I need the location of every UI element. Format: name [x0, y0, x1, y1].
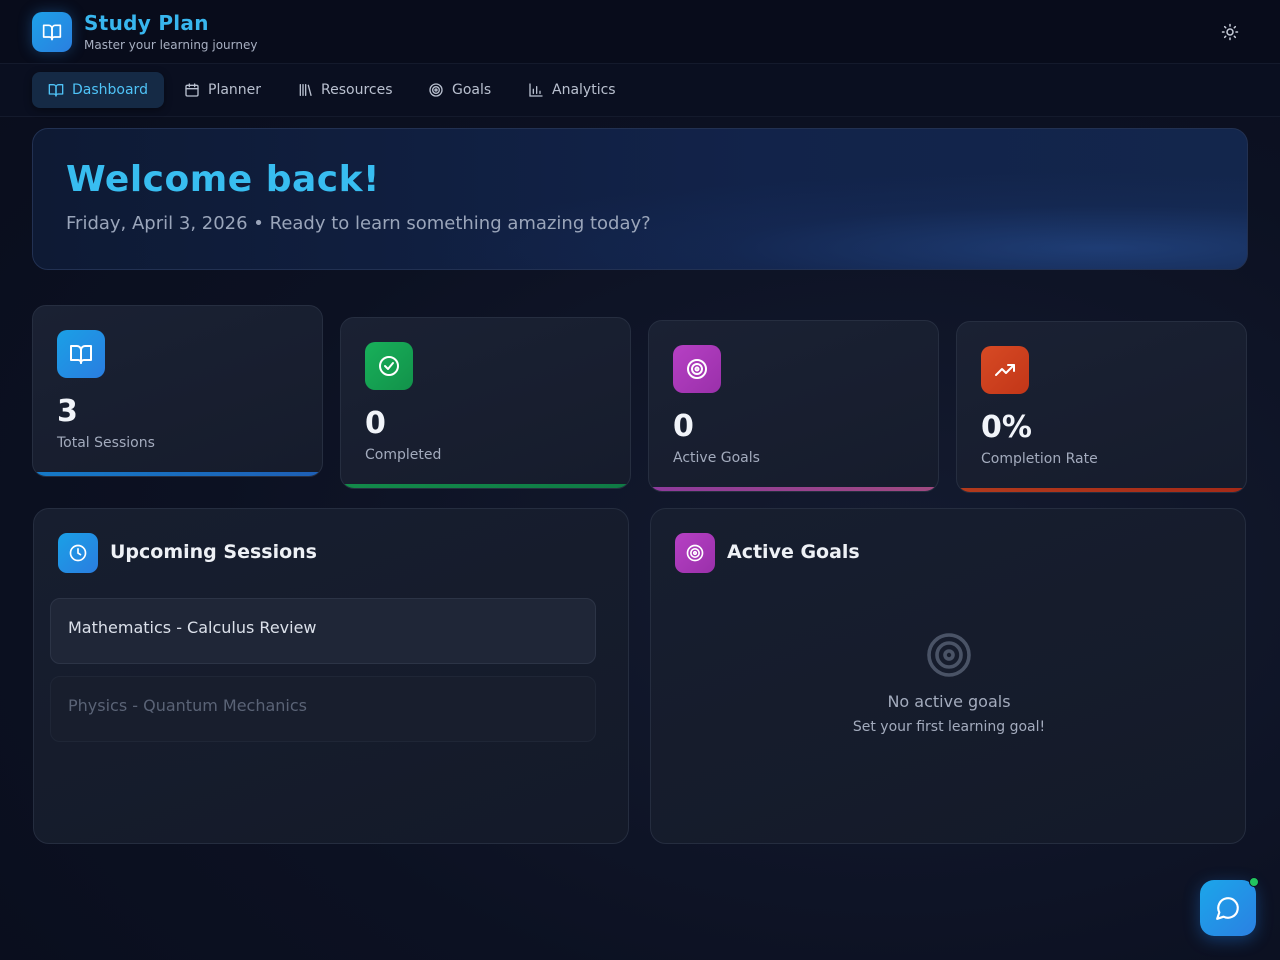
session-name: Mathematics - Calculus Review [68, 618, 317, 637]
chat-bubble-icon [1216, 897, 1239, 920]
tab-label: Planner [208, 82, 262, 98]
welcome-subtitle: Friday, April 3, 2026 • Ready to learn s… [66, 213, 651, 234]
panel-title: Active Goals [727, 541, 860, 563]
target-icon [687, 359, 707, 379]
sun-icon [1221, 23, 1239, 41]
target-icon [429, 83, 443, 97]
app-logo[interactable] [32, 12, 72, 52]
stat-accent-bar [957, 488, 1246, 492]
stat-value: 0% [981, 410, 1032, 445]
stat-value: 0 [673, 409, 694, 444]
app-subtitle: Master your learning journey [84, 38, 258, 52]
tab-label: Analytics [552, 82, 616, 98]
stat-card-completion-rate[interactable]: 0% Completion Rate [956, 321, 1247, 493]
stat-icon-container [981, 346, 1029, 394]
stat-label: Completion Rate [981, 451, 1098, 467]
clock-icon [69, 544, 87, 562]
stat-accent-bar [341, 484, 630, 488]
book-open-icon [42, 24, 62, 41]
stat-icon-container [57, 330, 105, 378]
panel-icon-container [58, 533, 98, 573]
chat-button[interactable] [1200, 880, 1256, 936]
panel-title: Upcoming Sessions [110, 541, 317, 563]
tab-dashboard[interactable]: Dashboard [32, 72, 164, 108]
stat-value: 3 [57, 394, 78, 429]
tab-label: Goals [452, 82, 492, 98]
top-header: Study Plan Master your learning journey [0, 0, 1280, 64]
empty-state-title: No active goals [887, 692, 1011, 711]
upcoming-sessions-panel: Upcoming Sessions Mathematics - Calculus… [33, 508, 629, 844]
session-item[interactable]: Mathematics - Calculus Review [50, 598, 596, 664]
stat-icon-container [365, 342, 413, 390]
session-name: Physics - Quantum Mechanics [68, 696, 307, 715]
target-icon [686, 544, 704, 562]
welcome-title: Welcome back! [66, 159, 380, 200]
trending-up-icon [995, 364, 1015, 376]
stat-label: Completed [365, 447, 442, 463]
empty-state-subtitle: Set your first learning goal! [852, 719, 1046, 735]
tab-resources[interactable]: Resources [281, 72, 409, 108]
stat-label: Total Sessions [57, 435, 155, 451]
stat-accent-bar [649, 487, 938, 491]
stat-card-total-sessions[interactable]: 3 Total Sessions [32, 305, 323, 477]
online-status-dot [1249, 877, 1259, 887]
target-icon [927, 633, 971, 677]
tab-goals[interactable]: Goals [412, 72, 507, 108]
stat-value: 0 [365, 406, 386, 441]
main-nav: Dashboard Planner Resources Goals Analyt… [0, 64, 1280, 117]
tab-planner[interactable]: Planner [168, 72, 277, 108]
tab-analytics[interactable]: Analytics [512, 72, 632, 108]
stat-label: Active Goals [673, 450, 760, 466]
panel-icon-container [675, 533, 715, 573]
book-open-icon [48, 84, 64, 97]
stat-accent-bar [33, 472, 322, 476]
theme-toggle-button[interactable] [1214, 16, 1246, 48]
library-icon [299, 84, 312, 96]
check-circle-icon [379, 356, 399, 376]
stat-card-completed[interactable]: 0 Completed [340, 317, 631, 489]
welcome-banner: Welcome back! Friday, April 3, 2026 • Re… [32, 128, 1248, 270]
stat-card-active-goals[interactable]: 0 Active Goals [648, 320, 939, 492]
calendar-icon [185, 83, 199, 97]
stat-icon-container [673, 345, 721, 393]
active-goals-panel: Active Goals No active goals Set your fi… [650, 508, 1246, 844]
session-item[interactable]: Physics - Quantum Mechanics [50, 676, 596, 742]
tab-label: Dashboard [72, 82, 148, 98]
tab-label: Resources [321, 82, 393, 98]
app-title: Study Plan [84, 11, 209, 35]
book-open-icon [70, 345, 92, 364]
bar-chart-icon [529, 83, 543, 97]
